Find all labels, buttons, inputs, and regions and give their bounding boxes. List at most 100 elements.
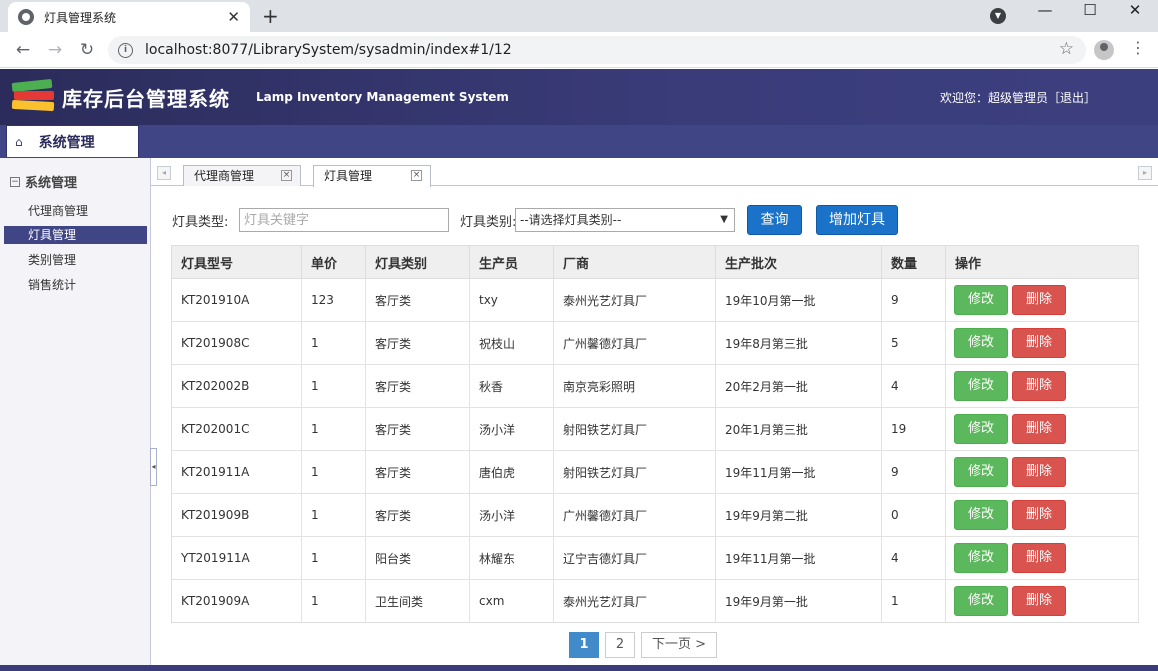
tab-lamps[interactable]: 灯具管理 × <box>313 165 431 187</box>
collapse-box-icon[interactable]: − <box>10 176 20 187</box>
menu-tab-label: 系统管理 <box>38 134 95 151</box>
cell-category: 客厅类 <box>365 364 470 408</box>
table-row: YT201911A 1 阳台类 林耀东 辽宁吉德灯具厂 19年11月第一批 4 修改 删除 <box>171 536 1139 580</box>
cell-category: 客厅类 <box>365 493 470 537</box>
info-icon[interactable]: i <box>118 42 133 58</box>
sidebar-collapse-handle[interactable]: ◂ <box>150 448 157 486</box>
cell-producer: 汤小洋 <box>469 493 554 537</box>
browser-tab[interactable]: 灯具管理系统 ✕ <box>8 2 250 32</box>
sidebar: − 系统管理 代理商管理 灯具管理 类别管理 销售统计 <box>0 158 151 665</box>
tab-scroll-left-icon[interactable]: ◂ <box>157 166 171 180</box>
cell-model: KT201910A <box>171 278 302 322</box>
reload-icon[interactable]: ↻ <box>74 38 100 62</box>
cell-manufacturer: 广州馨德灯具厂 <box>553 493 716 537</box>
tab-search-icon[interactable]: ▼ <box>990 8 1006 24</box>
pagination: 1 2 下一页 > <box>569 632 723 658</box>
sidebar-item-lamps[interactable]: 灯具管理 <box>4 226 147 244</box>
cell-producer: txy <box>469 278 554 322</box>
close-tab-icon[interactable]: ✕ <box>227 8 240 26</box>
col-model: 灯具型号 <box>171 245 302 279</box>
cell-producer: 秋香 <box>469 364 554 408</box>
edit-button[interactable]: 修改 <box>954 543 1008 573</box>
back-icon[interactable]: ← <box>10 38 36 62</box>
col-price: 单价 <box>301 245 366 279</box>
query-button[interactable]: 查询 <box>747 205 802 235</box>
browser-menu-icon[interactable]: ⋮ <box>1130 38 1146 57</box>
edit-button[interactable]: 修改 <box>954 285 1008 315</box>
col-producer: 生产员 <box>469 245 554 279</box>
sidebar-section-title: 系统管理 <box>25 176 78 191</box>
delete-button[interactable]: 删除 <box>1012 457 1066 487</box>
browser-tab-strip: 灯具管理系统 ✕ + ▼ — ☐ ✕ <box>0 0 1158 32</box>
cell-actions: 修改 删除 <box>945 407 1139 451</box>
cell-manufacturer: 射阳铁艺灯具厂 <box>553 450 716 494</box>
cell-batch: 19年9月第一批 <box>715 579 882 623</box>
sidebar-item-sales[interactable]: 销售统计 <box>4 276 147 294</box>
cell-quantity: 19 <box>881 407 946 451</box>
col-batch: 生产批次 <box>715 245 882 279</box>
cell-price: 1 <box>301 407 366 451</box>
forward-icon[interactable]: → <box>42 38 68 62</box>
close-tab-icon[interactable]: × <box>281 170 292 181</box>
edit-button[interactable]: 修改 <box>954 586 1008 616</box>
edit-button[interactable]: 修改 <box>954 457 1008 487</box>
next-page-button[interactable]: 下一页 > <box>641 632 717 658</box>
edit-button[interactable]: 修改 <box>954 328 1008 358</box>
address-bar[interactable]: i localhost:8077/LibrarySystem/sysadmin/… <box>108 36 1086 64</box>
delete-button[interactable]: 删除 <box>1012 500 1066 530</box>
delete-button[interactable]: 删除 <box>1012 328 1066 358</box>
cell-model: KT202001C <box>171 407 302 451</box>
maximize-icon[interactable]: ☐ <box>1067 3 1113 18</box>
table-row: KT202001C 1 客厅类 汤小洋 射阳铁艺灯具厂 20年1月第三批 19 修改 删除 <box>171 407 1139 451</box>
new-tab-icon[interactable]: + <box>262 4 279 28</box>
cell-quantity: 4 <box>881 364 946 408</box>
cell-batch: 19年11月第一批 <box>715 536 882 580</box>
category-select[interactable]: --请选择灯具类别-- ▼ <box>515 208 735 232</box>
cell-model: KT201911A <box>171 450 302 494</box>
edit-button[interactable]: 修改 <box>954 371 1008 401</box>
model-label: 灯具类型: <box>172 215 229 230</box>
delete-button[interactable]: 删除 <box>1012 543 1066 573</box>
profile-avatar-icon[interactable] <box>1094 40 1114 60</box>
sidebar-item-agents[interactable]: 代理商管理 <box>4 202 147 220</box>
page-2-button[interactable]: 2 <box>605 632 635 658</box>
cell-batch: 19年9月第二批 <box>715 493 882 537</box>
col-actions: 操作 <box>945 245 1139 279</box>
tab-agents[interactable]: 代理商管理 × <box>183 165 301 186</box>
app-title: 库存后台管理系统 <box>62 87 230 111</box>
edit-button[interactable]: 修改 <box>954 414 1008 444</box>
close-window-icon[interactable]: ✕ <box>1112 3 1158 18</box>
sidebar-section-header[interactable]: − 系统管理 <box>10 172 77 191</box>
cell-price: 1 <box>301 450 366 494</box>
col-manufacturer: 厂商 <box>553 245 716 279</box>
menu-tab-system[interactable]: ⌂ 系统管理 <box>6 125 139 157</box>
cell-category: 客厅类 <box>365 450 470 494</box>
page-1-button[interactable]: 1 <box>569 632 599 658</box>
delete-button[interactable]: 删除 <box>1012 586 1066 616</box>
cell-price: 1 <box>301 536 366 580</box>
add-lamp-button[interactable]: 增加灯具 <box>816 205 898 235</box>
cell-quantity: 9 <box>881 278 946 322</box>
model-keyword-input[interactable] <box>239 208 449 232</box>
cell-manufacturer: 射阳铁艺灯具厂 <box>553 407 716 451</box>
cell-actions: 修改 删除 <box>945 493 1139 537</box>
col-category: 灯具类别 <box>365 245 470 279</box>
edit-button[interactable]: 修改 <box>954 500 1008 530</box>
tab-scroll-right-icon[interactable]: ▸ <box>1138 166 1152 180</box>
close-tab-icon[interactable]: × <box>411 170 422 181</box>
minimize-icon[interactable]: — <box>1022 3 1068 18</box>
welcome-logout[interactable]: 欢迎您：超级管理员［退出］ <box>940 89 1096 106</box>
cell-price: 123 <box>301 278 366 322</box>
sidebar-item-categories[interactable]: 类别管理 <box>4 251 147 269</box>
delete-button[interactable]: 删除 <box>1012 285 1066 315</box>
bookmark-star-icon[interactable]: ☆ <box>1059 39 1074 59</box>
cell-category: 客厅类 <box>365 407 470 451</box>
cell-actions: 修改 删除 <box>945 536 1139 580</box>
delete-button[interactable]: 删除 <box>1012 414 1066 444</box>
browser-toolbar: ← → ↻ i localhost:8077/LibrarySystem/sys… <box>0 32 1158 68</box>
cell-manufacturer: 辽宁吉德灯具厂 <box>553 536 716 580</box>
cell-category: 阳台类 <box>365 536 470 580</box>
delete-button[interactable]: 删除 <box>1012 371 1066 401</box>
cell-quantity: 9 <box>881 450 946 494</box>
cell-batch: 20年1月第三批 <box>715 407 882 451</box>
